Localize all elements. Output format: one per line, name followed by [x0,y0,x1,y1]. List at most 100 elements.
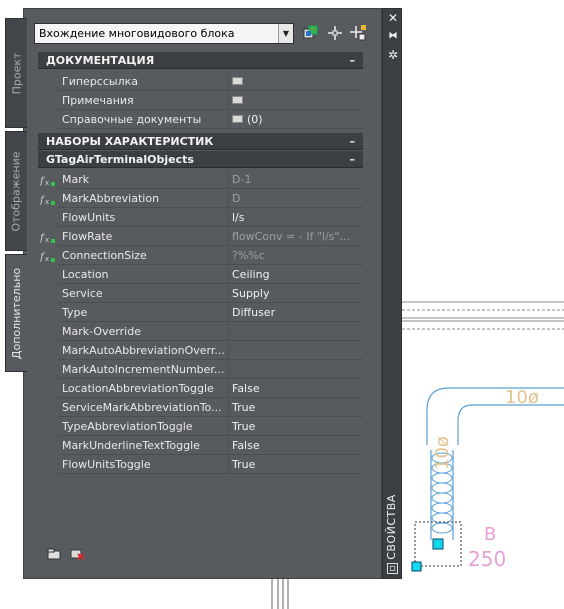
property-row[interactable]: Location Ceiling [38,266,363,285]
property-value[interactable]: Supply [229,285,363,303]
property-row[interactable]: Гиперссылка [38,73,363,92]
toggle-pickadd-icon[interactable] [350,25,366,41]
property-name: Гиперссылка [58,73,229,91]
property-value[interactable]: l/s [229,209,363,227]
tag-letter: B [484,524,496,545]
palette-titlebar[interactable]: ✕ ⧓ ✲ СВОЙСТВА ▫ [382,8,402,579]
section-property-sets-label: НАБОРЫ ХАРАКТЕРИСТИК [46,135,214,148]
collapse-icon[interactable]: – [350,151,356,168]
property-value[interactable]: (0) [229,111,363,129]
property-name: ServiceMarkAbbreviationTo... [58,399,229,417]
property-name: TypeAbbreviationToggle [58,418,229,436]
property-value[interactable] [229,92,363,110]
property-value[interactable] [229,73,363,91]
property-name: MarkAutoAbbreviationOverr... [58,342,229,360]
section-gtag[interactable]: GTagAirTerminalObjects – [38,151,363,168]
remove-property-set-icon[interactable] [70,548,84,560]
settings-icon[interactable]: ✲ [386,49,400,61]
property-row[interactable]: MarkAutoIncrementNumber... [38,361,363,380]
property-value[interactable]: False [229,380,363,398]
property-row[interactable]: TypeAbbreviationToggle True [38,418,363,437]
property-row[interactable]: ServiceMarkAbbreviationTo... True [38,399,363,418]
property-row[interactable]: Service Supply [38,285,363,304]
property-value[interactable] [229,342,363,360]
property-value[interactable]: Diffuser [229,304,363,322]
property-name: MarkAutoIncrementNumber... [58,361,229,379]
property-name: Type [58,304,229,322]
property-value[interactable] [229,323,363,341]
property-name: Location [58,266,229,284]
property-row[interactable]: f x Mark D-1 [38,171,363,190]
list-icon[interactable] [232,96,243,104]
grip-center [432,538,444,550]
property-name: MarkUnderlineTextToggle [58,437,229,455]
property-name: Mark [58,171,229,189]
property-row[interactable]: Примечания [38,92,363,111]
formula-icon: fx [40,252,55,263]
property-row[interactable]: MarkAutoAbbreviationOverr... [38,342,363,361]
palette-menu-icon[interactable]: ▫ [387,563,398,574]
svg-text:x: x [45,255,49,263]
collapse-icon[interactable]: – [350,52,356,69]
property-name: Справочные документы [58,111,229,129]
autohide-icon[interactable]: ⧓ [386,30,400,42]
section-gtag-label: GTagAirTerminalObjects [46,153,194,166]
property-name: MarkAbbreviation [58,190,229,208]
close-icon[interactable]: ✕ [386,12,400,24]
property-value: D-1 [229,171,363,189]
quick-select-icon[interactable] [303,25,319,41]
property-value[interactable]: True [229,418,363,436]
list-icon[interactable] [232,77,243,85]
palette-title: СВОЙСТВА [385,494,398,560]
svg-text:x: x [45,179,49,187]
formula-icon: fx [40,195,55,206]
property-value[interactable]: Ceiling [229,266,363,284]
section-documentation[interactable]: ДОКУМЕНТАЦИЯ – [38,52,363,69]
property-value[interactable]: False [229,437,363,455]
property-row[interactable]: MarkUnderlineTextToggle False [38,437,363,456]
property-row[interactable]: Type Diffuser [38,304,363,323]
duct-label-vertical: 10ø [432,436,453,470]
svg-text:x: x [45,198,49,206]
add-property-set-icon[interactable] [47,548,61,560]
property-name: LocationAbbreviationToggle [58,380,229,398]
duct-label-horizontal: 10ø [505,387,539,408]
property-value: flowConv = - If "l/s"... [229,228,363,246]
property-row[interactable]: FlowUnits l/s [38,209,363,228]
svg-text:x: x [45,236,49,244]
section-property-sets[interactable]: НАБОРЫ ХАРАКТЕРИСТИК – [38,133,363,150]
object-type-value: Вхождение многовидового блока [39,27,235,40]
property-name: FlowUnits [58,209,229,227]
property-row[interactable]: f x FlowRate flowConv = - If "l/s"... [38,228,363,247]
property-row[interactable]: f x ConnectionSize ?%%c [38,247,363,266]
tab-extended-label: Дополнительно [10,267,24,359]
property-value[interactable]: True [229,456,363,474]
tab-display[interactable]: Отображение [5,131,27,251]
property-name: FlowUnitsToggle [58,456,229,474]
object-type-select[interactable]: Вхождение многовидового блока ▼ [34,23,294,44]
property-row[interactable]: FlowUnitsToggle True [38,456,363,475]
formula-icon: fx [40,176,55,187]
property-row[interactable]: f x MarkAbbreviation D [38,190,363,209]
property-name: Service [58,285,229,303]
chevron-down-icon[interactable]: ▼ [278,24,293,43]
property-row[interactable]: LocationAbbreviationToggle False [38,380,363,399]
collapse-icon[interactable]: – [350,133,356,150]
wall-lines [402,301,564,330]
property-value[interactable] [229,361,363,379]
property-value: ?%%c [229,247,363,265]
list-icon[interactable] [232,115,243,123]
tab-extended[interactable]: Дополнительно [5,254,27,372]
property-name: FlowRate [58,228,229,246]
property-row[interactable]: Mark-Override [38,323,363,342]
property-value[interactable]: True [229,399,363,417]
tab-project-label: Проект [10,52,23,94]
property-row[interactable]: Справочные документы (0) [38,111,363,130]
tab-project[interactable]: Проект [5,18,27,128]
tab-display-label: Отображение [10,150,23,232]
select-objects-icon[interactable] [327,25,343,41]
reference-count: (0) [247,113,263,126]
property-name: Примечания [58,92,229,110]
formula-icon: fx [40,233,55,244]
section-documentation-label: ДОКУМЕНТАЦИЯ [46,54,155,67]
